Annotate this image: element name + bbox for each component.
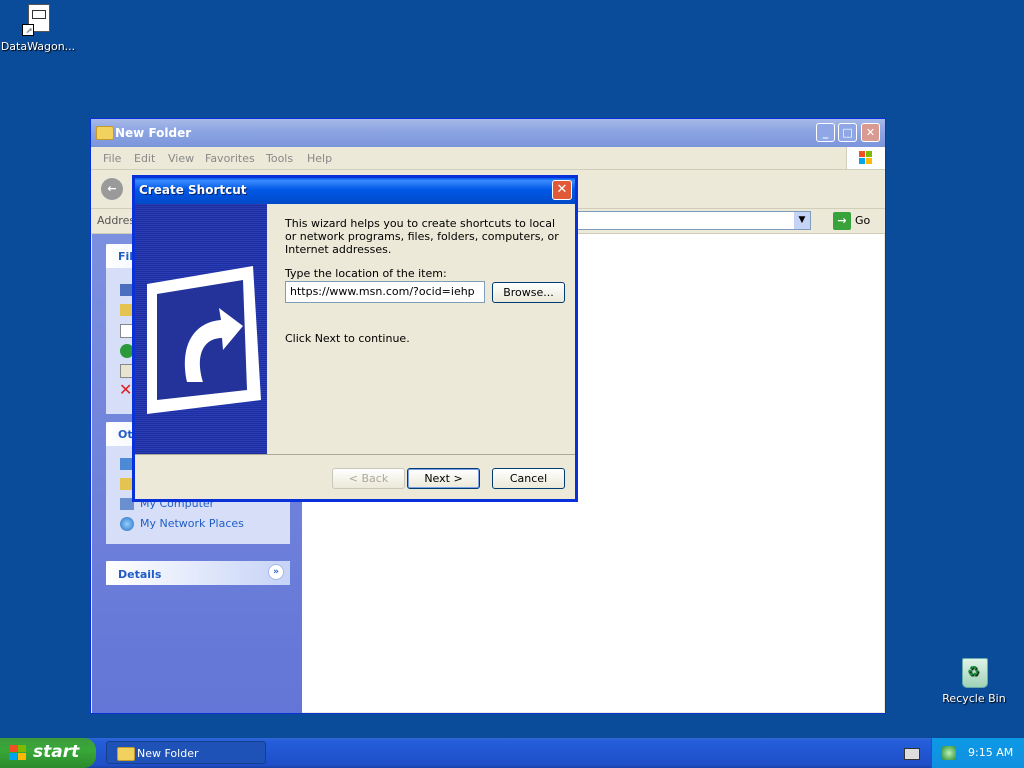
folder-icon — [96, 126, 114, 140]
start-label: start — [33, 742, 80, 762]
minimize-button[interactable]: _ — [816, 123, 835, 142]
menu-tools[interactable]: Tools — [266, 152, 293, 165]
system-tray: 9:15 AM — [931, 738, 1024, 768]
taskbar-item-new-folder[interactable]: New Folder — [106, 741, 266, 764]
back-arrow-icon[interactable]: ← — [101, 178, 123, 200]
address-input[interactable]: ▼ — [577, 211, 811, 230]
start-button[interactable]: start — [0, 738, 96, 768]
maximize-button[interactable]: □ — [838, 123, 857, 142]
wizard-intro-text: This wizard helps you to create shortcut… — [285, 217, 559, 256]
folder-icon — [117, 747, 135, 761]
go-button[interactable]: Go — [855, 214, 870, 227]
menu-favorites[interactable]: Favorites — [205, 152, 255, 165]
dialog-titlebar[interactable]: Create Shortcut ✕ — [135, 178, 575, 204]
menu-file[interactable]: File — [103, 152, 121, 165]
create-shortcut-dialog: Create Shortcut ✕ This wizard helps you … — [132, 175, 578, 502]
location-label: Type the location of the item: — [285, 267, 447, 280]
browse-button[interactable]: Browse... — [492, 282, 565, 303]
explorer-titlebar[interactable]: New Folder _ □ ✕ — [91, 119, 885, 147]
dialog-title: Create Shortcut — [139, 183, 247, 197]
desktop-icon-datawagon[interactable]: ↗ DataWagon... — [0, 4, 76, 53]
continue-text: Click Next to continue. — [285, 332, 410, 345]
location-input[interactable]: https://www.msn.com/?ocid=iehp — [285, 281, 485, 303]
network-places-icon — [120, 517, 134, 531]
go-arrow-icon[interactable]: → — [833, 212, 851, 230]
expand-chevron-icon[interactable]: » — [268, 564, 284, 580]
menu-bar: File Edit View Favorites Tools Help — [91, 147, 885, 170]
shortcut-file-icon: ↗ — [22, 4, 54, 36]
desktop-icon-recycle-bin[interactable]: ♻ Recycle Bin — [936, 656, 1012, 705]
windows-flag-icon — [9, 745, 27, 761]
taskbar: start New Folder 9:15 AM — [0, 738, 1024, 768]
menu-help[interactable]: Help — [307, 152, 332, 165]
desktop-icon-label: Recycle Bin — [942, 692, 1006, 705]
taskbar-item-label: New Folder — [137, 747, 199, 760]
cancel-button[interactable]: Cancel — [492, 468, 565, 489]
delete-icon: ✕ — [119, 380, 133, 399]
dialog-close-button[interactable]: ✕ — [552, 180, 572, 200]
close-button[interactable]: ✕ — [861, 123, 880, 142]
recycle-bin-icon: ♻ — [958, 656, 990, 688]
dialog-divider — [135, 454, 575, 455]
details-panel: Details » — [106, 561, 290, 585]
chevron-down-icon[interactable]: ▼ — [794, 212, 810, 229]
windows-logo-icon — [846, 147, 885, 169]
clock[interactable]: 9:15 AM — [968, 746, 1013, 759]
desktop-icon-label: DataWagon... — [0, 40, 76, 53]
menu-edit[interactable]: Edit — [134, 152, 155, 165]
shortcut-arrow-icon — [147, 266, 261, 414]
next-button[interactable]: Next > — [407, 468, 480, 489]
other-place-my-network-places[interactable]: My Network Places — [140, 517, 244, 530]
explorer-title: New Folder — [115, 126, 192, 140]
network-icon[interactable] — [942, 746, 956, 760]
back-button[interactable]: < Back — [332, 468, 405, 489]
panel-header[interactable]: Details » — [106, 561, 290, 585]
menu-view[interactable]: View — [168, 152, 194, 165]
wizard-banner — [135, 204, 267, 454]
keyboard-icon[interactable] — [904, 748, 920, 760]
